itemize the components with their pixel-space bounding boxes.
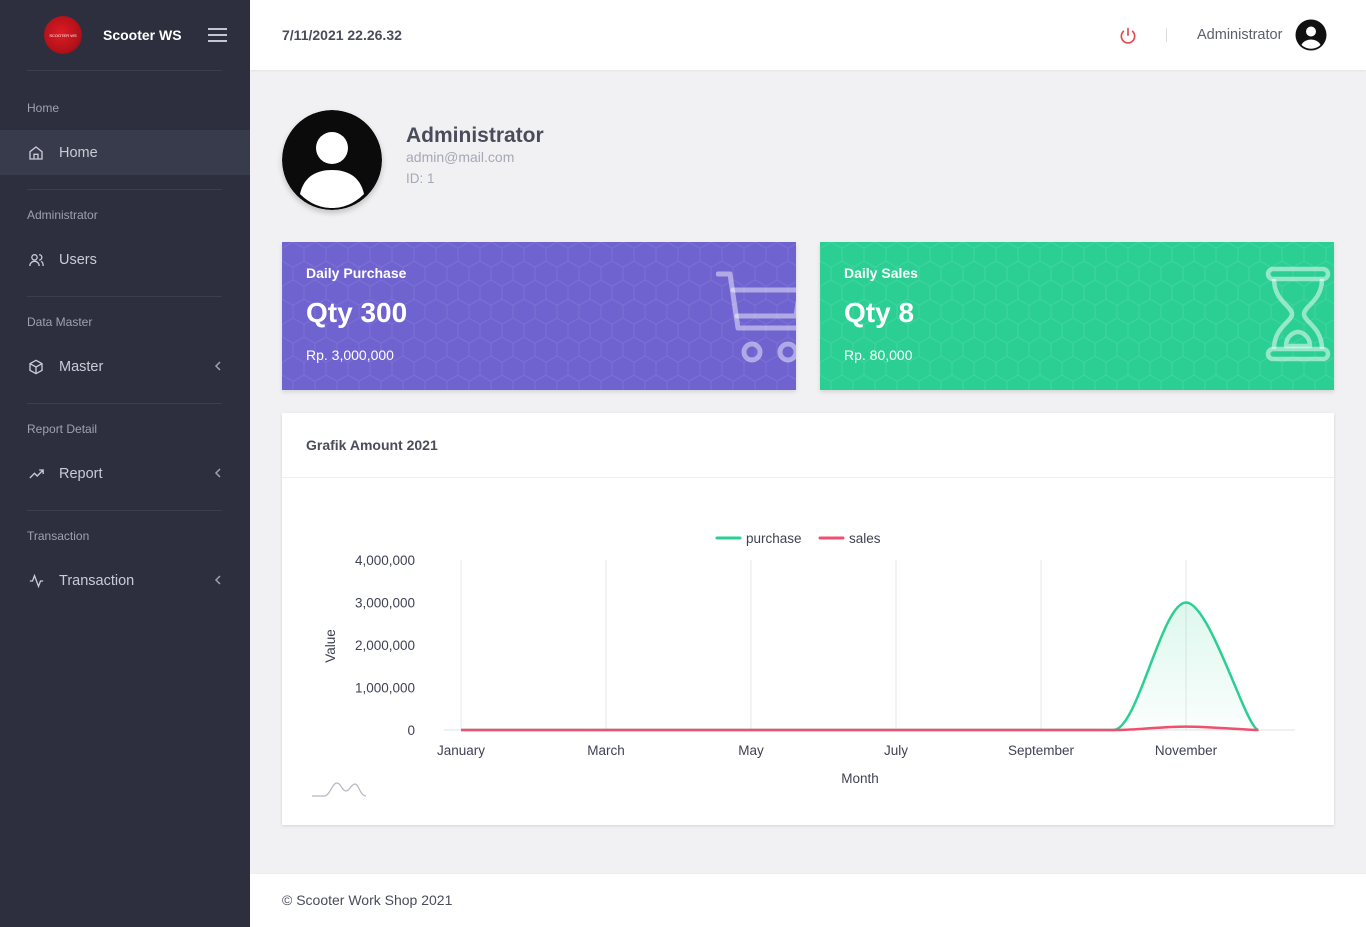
hourglass-icon [1265,266,1331,362]
sidebar-item-users[interactable]: Users [0,237,250,282]
card-amount: Rp. 3,000,000 [306,347,394,363]
chevron-left-icon [214,575,221,585]
sidebar-item-transaction[interactable]: Transaction [0,558,250,603]
box-icon [27,358,45,376]
divider [27,189,222,190]
profile-avatar [282,110,382,210]
section-label-home: Home [27,101,60,115]
amount-chart: 4,000,000 3,000,000 2,000,000 1,000,000 0 Jan… [312,531,1295,797]
x-axis-title: Month [841,771,879,786]
topbar: 7/11/2021 22.26.32 Administrator [250,0,1366,70]
legend-label: purchase [746,531,802,546]
series-area [461,602,1259,730]
sidebar-item-label: Home [59,144,98,161]
chevron-left-icon [214,361,221,371]
profile-name: Administrator [406,124,544,147]
card-title: Daily Sales [844,265,918,281]
footer-text: © Scooter Work Shop 2021 [282,892,453,908]
datetime: 7/11/2021 22.26.32 [282,27,402,43]
section-label-transaction: Transaction [27,529,90,543]
section-label-administrator: Administrator [27,208,98,222]
brand-logo: SCOOTER WS [44,16,82,54]
footer: © Scooter Work Shop 2021 [250,873,1366,927]
card-amount: Rp. 80,000 [844,347,913,363]
section-label-data-master: Data Master [27,315,93,329]
x-tick-label: September [1008,743,1075,758]
divider [1166,28,1167,42]
home-icon [27,144,45,162]
x-tick-label: March [587,743,625,758]
chart-toolbar-icon [312,782,367,797]
sidebar-item-label: Users [59,251,97,268]
chart-panel: Grafik Amount 2021 4,000,000 3,000,000 2,0… [282,413,1334,825]
y-axis-title: Value [323,629,338,663]
divider [27,70,222,71]
sidebar-item-master[interactable]: Master [0,344,250,389]
chevron-left-icon [214,468,221,478]
y-tick-label: 2,000,000 [355,638,415,653]
sidebar-item-label: Transaction [59,572,135,589]
avatar[interactable] [1295,19,1327,51]
sidebar-item-home[interactable]: Home [0,130,250,175]
section-label-report-detail: Report Detail [27,422,98,436]
menu-toggle-icon[interactable] [208,28,227,42]
card-qty: Qty 300 [306,297,408,328]
x-tick-label: November [1155,743,1218,758]
divider [27,296,222,297]
y-tick-label: 4,000,000 [355,553,415,568]
x-tick-label: January [437,743,485,758]
trending-up-icon [27,465,45,483]
x-tick-label: May [738,743,764,758]
daily-purchase-card: Daily Purchase Qty 300 Rp. 3,000,000 [282,242,796,390]
cart-icon [716,271,796,363]
y-tick-label: 0 [407,723,415,738]
profile-id: ID: 1 [406,171,435,186]
y-tick-label: 3,000,000 [355,596,415,611]
y-tick-label: 1,000,000 [355,681,415,696]
divider [27,510,222,511]
card-title: Daily Purchase [306,265,407,281]
activity-icon [27,572,45,590]
user-name[interactable]: Administrator [1197,27,1282,43]
brand-name: Scooter WS [103,27,182,43]
users-icon [27,251,45,269]
profile-email: admin@mail.com [406,149,515,165]
card-qty: Qty 8 [844,297,915,328]
sidebar-item-label: Report [59,465,103,482]
legend-label: sales [849,531,881,546]
sidebar-item-report[interactable]: Report [0,451,250,496]
daily-sales-card: Daily Sales Qty 8 Rp. 80,000 [820,242,1334,390]
sidebar: SCOOTER WS Scooter WS Home Home Administ… [0,0,250,927]
x-tick-label: July [884,743,908,758]
sidebar-item-label: Master [59,358,104,375]
power-icon[interactable] [1118,26,1138,46]
divider [27,403,222,404]
